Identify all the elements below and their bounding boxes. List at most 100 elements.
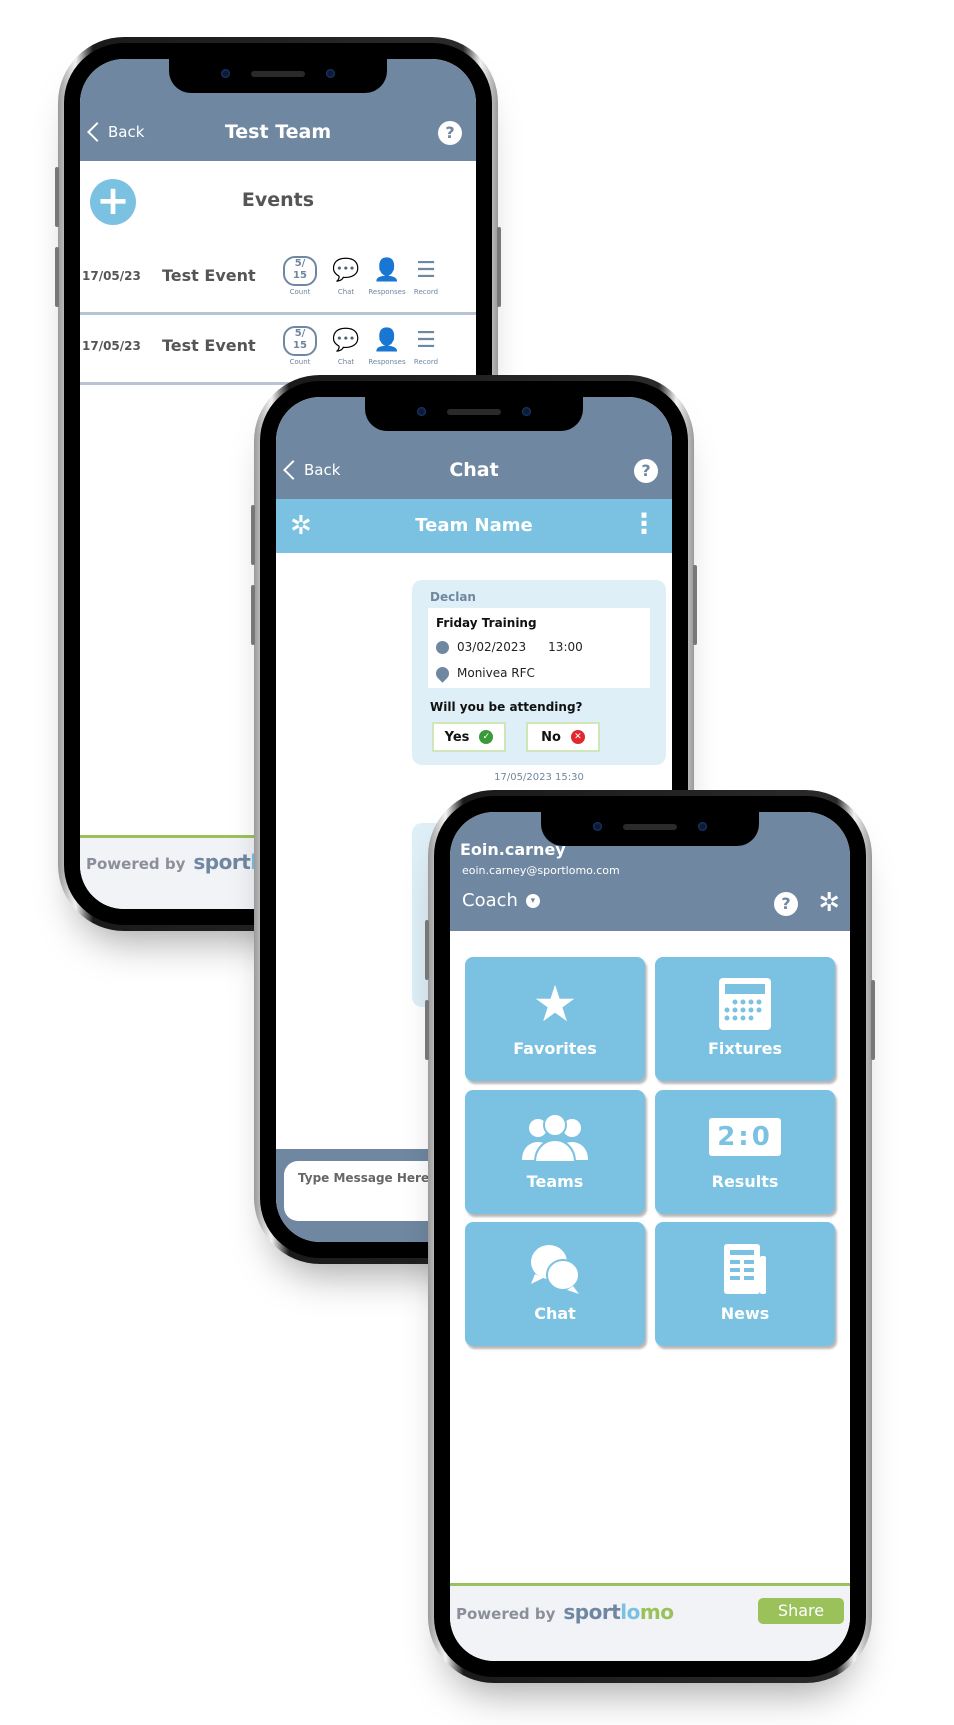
notch — [169, 59, 387, 93]
tile-chat[interactable]: Chat — [465, 1222, 645, 1346]
event-row[interactable]: 17/05/23 Test Event 5/15 Count 💬 Chat 👤 Res… — [80, 244, 476, 315]
user-email: eoin.carney@sportlomo.com — [462, 864, 620, 877]
checklist-icon: ☰ — [416, 328, 436, 353]
newspaper-icon — [655, 1234, 835, 1304]
event-date: 03/02/2023 — [457, 640, 527, 654]
help-icon[interactable]: ? — [774, 892, 798, 916]
more-menu-icon[interactable]: ⋮ — [630, 510, 658, 538]
tile-label: Favorites — [513, 1039, 597, 1058]
count-label: Count — [289, 288, 311, 296]
event-name: Test Event — [162, 266, 256, 285]
responses-button[interactable]: 👤 Responses — [365, 326, 409, 366]
powered-by: Powered by sportlomo — [456, 1600, 674, 1624]
screen: Eoin.carney eoin.carney@sportlomo.com Co… — [450, 812, 850, 1661]
star-icon: ★ — [532, 975, 578, 1033]
footer: Powered by sportlomo Share — [450, 1583, 850, 1661]
record-label: Record — [413, 288, 439, 296]
event-date: 17/05/23 — [82, 269, 141, 283]
location-text: Monivea RFC — [457, 666, 535, 680]
side-button — [425, 920, 429, 980]
chat-label: Chat — [337, 288, 355, 296]
tile-label: Fixtures — [707, 1039, 783, 1058]
message-sender: Declan — [430, 590, 476, 604]
event-name: Test Event — [162, 336, 256, 355]
responses-label: Responses — [368, 358, 406, 366]
count-den: 15 — [293, 270, 307, 281]
event-date: 17/05/23 — [82, 339, 141, 353]
tile-label: Teams — [526, 1172, 584, 1191]
tile-results[interactable]: 2:0 Results — [655, 1090, 835, 1214]
scoreboard-icon: 2:0 — [655, 1102, 835, 1172]
side-button — [251, 505, 255, 565]
message-bubble: Declan Friday Training 03/02/2023 13:00 M… — [412, 580, 666, 765]
powered-by-text: Powered by — [86, 855, 186, 873]
help-icon[interactable]: ? — [634, 459, 658, 483]
checklist-icon: ☰ — [416, 258, 436, 283]
side-button — [55, 167, 59, 227]
tile-news[interactable]: News — [655, 1222, 835, 1346]
side-button — [871, 980, 875, 1060]
check-icon: ✓ — [479, 730, 494, 744]
powered-by: Powered bysportlo — [86, 850, 270, 874]
chat-bubbles-icon — [465, 1234, 645, 1304]
attendance-question: Will you be attending? — [430, 700, 583, 714]
phone-dashboard: Eoin.carney eoin.carney@sportlomo.com Co… — [425, 790, 875, 1683]
gear-icon[interactable]: ✲ — [818, 890, 840, 916]
count-num: 5 — [294, 258, 302, 269]
chat-button[interactable]: 💬 Chat — [324, 326, 368, 366]
record-button[interactable]: ☰ Record — [404, 256, 448, 296]
tile-label: News — [720, 1304, 770, 1323]
team-bar: ✲ Team Name ⋮ — [276, 499, 672, 553]
sportlomo-logo: sportlomo — [563, 1600, 674, 1624]
tile-label: Chat — [534, 1304, 576, 1323]
count-button[interactable]: 5/15 Count — [278, 256, 322, 296]
count-num: 5 — [294, 328, 302, 339]
event-datetime: 03/02/2023 13:00 — [436, 640, 583, 654]
record-button[interactable]: ☰ Record — [404, 326, 448, 366]
user-name: Eoin.carney — [460, 840, 566, 859]
chevron-down-icon: ▾ — [525, 893, 540, 908]
tile-favorites[interactable]: ★ Favorites — [465, 957, 645, 1081]
teams-icon — [465, 1102, 645, 1172]
responses-button[interactable]: 👤 Responses — [365, 256, 409, 296]
responses-label: Responses — [368, 288, 406, 296]
yes-button[interactable]: Yes ✓ — [432, 722, 506, 752]
page-title: Chat — [449, 459, 499, 481]
event-card[interactable]: Friday Training 03/02/2023 13:00 Monivea … — [428, 608, 650, 688]
notch — [541, 812, 759, 846]
x-icon: ✕ — [570, 730, 585, 744]
chat-icon: 💬 — [332, 258, 360, 283]
count-den: 15 — [293, 340, 307, 351]
clock-icon — [436, 640, 449, 654]
role-dropdown[interactable]: Coach ▾ — [462, 890, 540, 911]
page-title: Test Team — [224, 121, 332, 143]
responses-icon: 👤 — [373, 258, 401, 283]
count-icon: 5/15 — [283, 326, 317, 356]
event-location: Monivea RFC — [433, 663, 535, 683]
team-name: Team Name — [415, 515, 533, 536]
chat-label: Chat — [337, 358, 355, 366]
share-button[interactable]: Share — [758, 1598, 844, 1624]
help-icon[interactable]: ? — [438, 121, 462, 145]
yes-label: Yes — [444, 729, 470, 745]
tile-teams[interactable]: Teams — [465, 1090, 645, 1214]
side-button — [425, 1000, 429, 1060]
event-time: 13:00 — [548, 640, 583, 654]
no-label: No — [541, 729, 561, 745]
responses-icon: 👤 — [373, 328, 401, 353]
side-button — [497, 227, 501, 307]
notch — [365, 397, 583, 431]
message-timestamp: 17/05/2023 15:30 — [494, 772, 584, 783]
chat-icon: 💬 — [332, 328, 360, 353]
tile-label: Results — [711, 1172, 779, 1191]
side-button — [251, 585, 255, 645]
count-label: Count — [289, 358, 311, 366]
tile-fixtures[interactable]: Fixtures — [655, 957, 835, 1081]
role-label: Coach — [462, 890, 518, 911]
side-button — [55, 247, 59, 307]
count-button[interactable]: 5/15 Count — [278, 326, 322, 366]
chat-button[interactable]: 💬 Chat — [324, 256, 368, 296]
section-title: Events — [241, 189, 315, 211]
event-title: Friday Training — [436, 616, 537, 630]
no-button[interactable]: No ✕ — [526, 722, 600, 752]
